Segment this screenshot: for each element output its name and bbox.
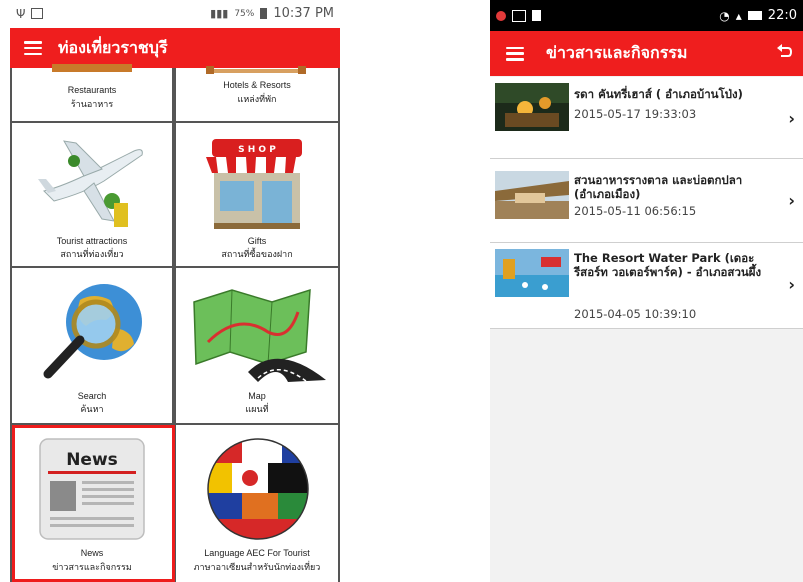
clock: 10:37 PM	[273, 6, 334, 21]
news-screen: ◔ ▴ 22:0 ข่าวสารและกิจกรรม รดา คันทรี่เฮ…	[490, 0, 803, 582]
flag-globe-icon	[207, 438, 309, 540]
battery-percent: 75%	[234, 8, 255, 19]
restaurant-icon	[52, 64, 132, 72]
notification-icon	[496, 10, 506, 21]
shop-icon: S H O P	[206, 139, 308, 229]
tile-hotels[interactable]: Hotels & Resorts แหล่งที่พัก	[176, 66, 338, 121]
tile-label-th: สถานที่ซื้อของฝาก	[221, 249, 293, 259]
app-title: ท่องเที่ยวราชบุรี	[58, 37, 168, 57]
airplane-icon	[38, 140, 143, 227]
map-icon	[193, 288, 326, 382]
tile-label-th: ภาษาอาเซียนสำหรับนักท่องเที่ยว	[193, 562, 321, 572]
shop-sign-text: S H O P	[238, 145, 276, 155]
tile-label-th: แผนที่	[245, 404, 269, 414]
news-thumbnail	[495, 249, 569, 297]
tile-label-th: แหล่งที่พัก	[237, 94, 277, 104]
news-date: 2015-05-17 19:33:03	[574, 107, 697, 121]
tile-search[interactable]: Search ค้นหา	[12, 268, 172, 423]
app-bar: ข่าวสารและกิจกรรม	[490, 31, 803, 76]
news-thumbnail	[495, 83, 569, 131]
back-icon[interactable]	[775, 43, 793, 61]
tile-language-aec[interactable]: Language AEC For Tourist ภาษาอาเซียนสำหร…	[176, 425, 338, 582]
app-bar: ท่องเที่ยวราชบุรี	[10, 28, 340, 68]
list-item[interactable]: รดา คันทรี่เฮาส์ ( อำเภอบ้านโป่ง) 2015-0…	[490, 77, 803, 159]
chevron-right-icon: ›	[788, 191, 795, 210]
battery-icon	[747, 11, 762, 20]
tile-label: Hotels & Resorts	[223, 80, 291, 90]
hotel-icon	[206, 66, 306, 74]
clock: 22:0	[767, 8, 797, 23]
tile-label: Restaurants	[67, 85, 117, 95]
charging-icon: ▴	[735, 8, 742, 23]
menu-icon[interactable]	[24, 41, 42, 55]
tile-label: Tourist attractions	[56, 236, 128, 246]
tile-label: Gifts	[247, 236, 267, 246]
tile-label: Language AEC For Tourist	[204, 548, 310, 558]
signal-icon: ▮▮▮	[210, 7, 229, 20]
usb-icon: Ψ	[16, 6, 26, 21]
chevron-right-icon: ›	[788, 109, 795, 128]
status-bar: ◔ ▴ 22:0	[490, 0, 803, 31]
globe-search-icon	[43, 284, 142, 379]
tile-restaurants[interactable]: Restaurants ร้านอาหาร	[12, 64, 172, 121]
image-notification-icon	[31, 8, 44, 19]
status-bar: Ψ ▮▮▮ 75% 10:37 PM	[10, 0, 340, 27]
tile-tourist-attractions[interactable]: Tourist attractions สถานที่ท่องเที่ยว	[12, 123, 172, 266]
tile-label: Search	[77, 391, 107, 401]
battery-icon	[260, 8, 268, 19]
news-title: สวนอาหารรางตาล และบ่อตกปลา (อำเภอเมือง)	[574, 173, 743, 201]
screen-title: ข่าวสารและกิจกรรม	[546, 43, 688, 62]
news-date: 2015-04-05 10:39:10	[574, 307, 697, 321]
news-title: รดา คันทรี่เฮาส์ ( อำเภอบ้านโป่ง)	[574, 87, 743, 101]
image-notification-icon	[512, 9, 526, 22]
news-date: 2015-05-11 06:56:15	[574, 204, 697, 218]
list-item[interactable]: สวนอาหารรางตาล และบ่อตกปลา (อำเภอเมือง) …	[490, 159, 803, 243]
news-title: The Resort Water Park (เดอะรีสอร์ท วอเตอ…	[574, 251, 762, 279]
tile-map[interactable]: Map แผนที่	[176, 268, 338, 423]
news-thumbnail	[495, 171, 569, 219]
tile-label-th: สถานที่ท่องเที่ยว	[60, 249, 124, 259]
wifi-icon: ◔	[719, 8, 730, 23]
chevron-right-icon: ›	[788, 275, 795, 294]
menu-icon[interactable]	[506, 46, 524, 61]
news-highlight-box	[12, 425, 175, 582]
tile-label-th: ร้านอาหาร	[70, 99, 114, 109]
tile-label-th: ค้นหา	[80, 404, 104, 414]
list-item[interactable]: The Resort Water Park (เดอะรีสอร์ท วอเตอ…	[490, 243, 803, 329]
tile-label: Map	[248, 391, 266, 401]
news-list: รดา คันทรี่เฮาส์ ( อำเภอบ้านโป่ง) 2015-0…	[490, 77, 803, 329]
tile-gifts[interactable]: S H O P Gifts สถานที่ซื้อของฝาก	[176, 123, 338, 266]
app-notification-icon	[532, 10, 541, 21]
